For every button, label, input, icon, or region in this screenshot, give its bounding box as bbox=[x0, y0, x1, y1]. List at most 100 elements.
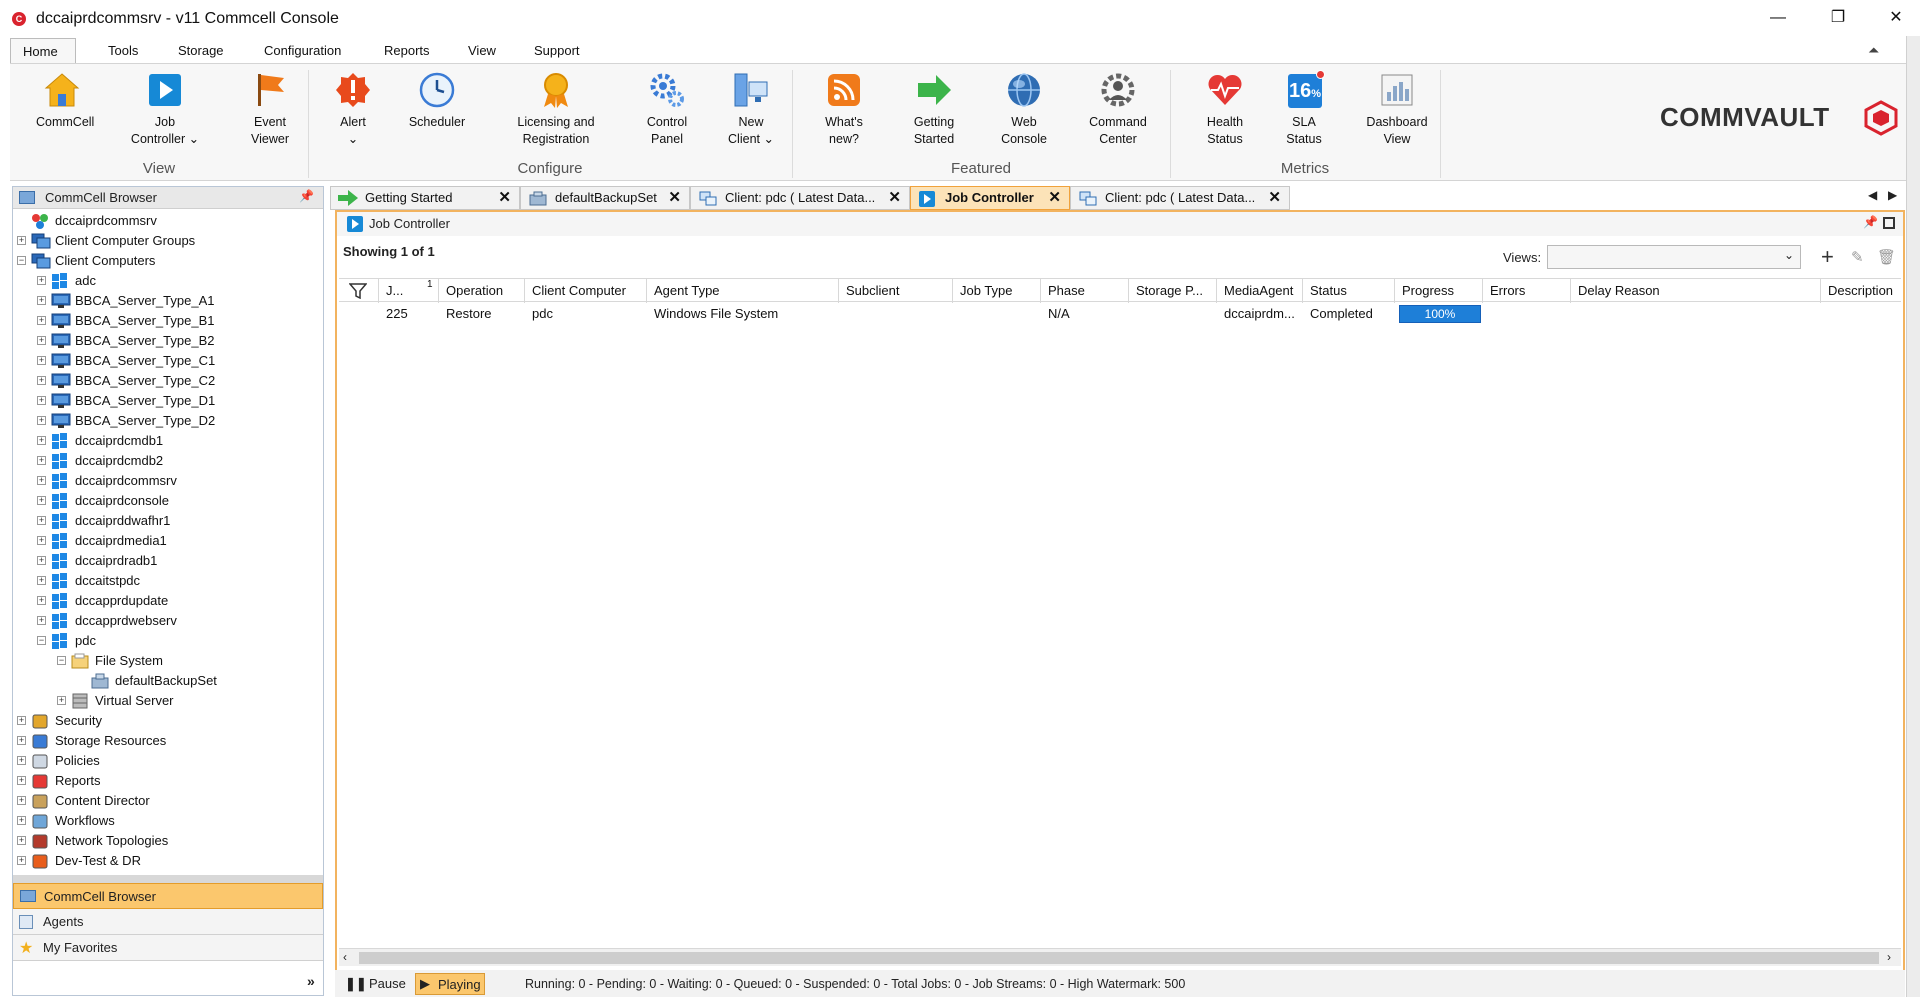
tree-item-client[interactable]: + dccapprdupdate bbox=[13, 591, 323, 611]
col-media-agent[interactable]: MediaAgent bbox=[1217, 279, 1303, 303]
col-job-id[interactable]: J... 1 bbox=[379, 279, 439, 303]
tree-item-client[interactable]: + BBCA_Server_Type_A1 bbox=[13, 291, 323, 311]
expand-icon[interactable]: + bbox=[37, 416, 46, 425]
col-phase[interactable]: Phase bbox=[1041, 279, 1129, 303]
tree-item-client[interactable]: + BBCA_Server_Type_C2 bbox=[13, 371, 323, 391]
tree-item-client[interactable]: + adc bbox=[13, 271, 323, 291]
job-controller-button[interactable]: Job Controller ⌄ bbox=[128, 70, 202, 148]
tree-item-client[interactable]: + dccaiprdconsole bbox=[13, 491, 323, 511]
expand-icon[interactable]: + bbox=[37, 536, 46, 545]
maximize-icon[interactable] bbox=[1883, 217, 1895, 229]
new-client-button[interactable]: New Client ⌄ bbox=[722, 70, 780, 148]
event-viewer-button[interactable]: Event Viewer bbox=[245, 70, 295, 148]
menu-tab-view[interactable]: View bbox=[456, 38, 508, 64]
expand-icon[interactable]: + bbox=[17, 716, 26, 725]
ribbon-collapse-icon[interactable]: ⏶ bbox=[1868, 42, 1879, 59]
tree-item-client-computer-groups[interactable]: + Client Computer Groups bbox=[13, 231, 323, 251]
expand-icon[interactable]: + bbox=[37, 316, 46, 325]
tab-scroll-left-icon[interactable]: ◀ bbox=[1868, 188, 1877, 202]
tree-item-workflows[interactable]: + Workflows bbox=[13, 811, 323, 831]
tree-item-client[interactable]: + dccapprdwebserv bbox=[13, 611, 323, 631]
tab-job-controller[interactable]: Job Controller ✕ bbox=[910, 186, 1070, 210]
bottom-tab-commcell-browser[interactable]: CommCell Browser bbox=[13, 883, 323, 909]
col-delay-reason[interactable]: Delay Reason bbox=[1571, 279, 1821, 303]
tree-item-devtest[interactable]: + Dev-Test & DR bbox=[13, 851, 323, 871]
table-row[interactable]: 225 Restore pdc Windows File System N/A … bbox=[339, 302, 1901, 326]
tab-default-backup-set[interactable]: defaultBackupSet ✕ bbox=[520, 186, 690, 210]
restore-button[interactable]: ❐ bbox=[1818, 6, 1858, 30]
commcell-button[interactable]: CommCell bbox=[36, 70, 94, 131]
add-view-icon[interactable]: + bbox=[1821, 244, 1834, 270]
expand-icon[interactable]: + bbox=[17, 816, 26, 825]
getting-started-button[interactable]: Getting Started bbox=[906, 70, 962, 148]
expand-icon[interactable]: + bbox=[37, 436, 46, 445]
tree-item-client[interactable]: + dccaiprdcmdb2 bbox=[13, 451, 323, 471]
tree-item-network[interactable]: + Network Topologies bbox=[13, 831, 323, 851]
menu-tab-configuration[interactable]: Configuration bbox=[252, 38, 353, 64]
tree-item-client[interactable]: + dccaiprdcmdb1 bbox=[13, 431, 323, 451]
expand-icon[interactable]: + bbox=[37, 396, 46, 405]
pause-button[interactable]: ❚❚ Pause bbox=[345, 974, 407, 994]
tree-item-client-computers[interactable]: − Client Computers bbox=[13, 251, 323, 271]
command-center-button[interactable]: Command Center bbox=[1080, 70, 1156, 148]
licensing-button[interactable]: Licensing and Registration bbox=[506, 70, 606, 148]
tree-item-security[interactable]: + Security bbox=[13, 711, 323, 731]
tree-item-client[interactable]: + BBCA_Server_Type_B1 bbox=[13, 311, 323, 331]
expand-icon[interactable]: + bbox=[17, 736, 26, 745]
expand-icon[interactable]: + bbox=[57, 696, 66, 705]
col-operation[interactable]: Operation bbox=[439, 279, 525, 303]
col-client-computer[interactable]: Client Computer bbox=[525, 279, 647, 303]
expand-icon[interactable]: + bbox=[17, 796, 26, 805]
expand-icon[interactable]: + bbox=[17, 856, 26, 865]
expand-icon[interactable]: + bbox=[37, 336, 46, 345]
scrollbar-thumb[interactable] bbox=[359, 952, 1879, 964]
collapse-icon[interactable]: − bbox=[17, 256, 26, 265]
col-storage-policy[interactable]: Storage P... bbox=[1129, 279, 1217, 303]
menu-tab-support[interactable]: Support bbox=[522, 38, 592, 64]
tree-item-file-system[interactable]: − File System bbox=[13, 651, 323, 671]
expand-icon[interactable]: + bbox=[37, 616, 46, 625]
expand-icon[interactable]: + bbox=[37, 556, 46, 565]
expand-icon[interactable]: + bbox=[37, 476, 46, 485]
menu-tab-tools[interactable]: Tools bbox=[96, 38, 150, 64]
expand-panel-icon[interactable]: » bbox=[307, 973, 315, 989]
col-job-type[interactable]: Job Type bbox=[953, 279, 1041, 303]
collapse-icon[interactable]: − bbox=[57, 656, 66, 665]
tree-item-client[interactable]: + BBCA_Server_Type_B2 bbox=[13, 331, 323, 351]
tree-item-virtual-server[interactable]: + Virtual Server bbox=[13, 691, 323, 711]
tree-item-client[interactable]: + BBCA_Server_Type_C1 bbox=[13, 351, 323, 371]
tree-item-client[interactable]: + dccaiprdmedia1 bbox=[13, 531, 323, 551]
col-description[interactable]: Description bbox=[1821, 279, 1901, 303]
expand-icon[interactable]: + bbox=[37, 356, 46, 365]
expand-icon[interactable]: + bbox=[17, 236, 26, 245]
whats-new-button[interactable]: What's new? bbox=[816, 70, 872, 148]
tree-item-reports[interactable]: + Reports bbox=[13, 771, 323, 791]
dashboard-view-button[interactable]: Dashboard View bbox=[1356, 70, 1438, 148]
expand-icon[interactable]: + bbox=[17, 776, 26, 785]
expand-icon[interactable]: + bbox=[37, 456, 46, 465]
tab-client-pdc-1[interactable]: Client: pdc ( Latest Data... ✕ bbox=[690, 186, 910, 210]
expand-icon[interactable]: + bbox=[17, 836, 26, 845]
bottom-tab-my-favorites[interactable]: ★ My Favorites bbox=[13, 935, 323, 961]
col-agent-type[interactable]: Agent Type bbox=[647, 279, 839, 303]
expand-icon[interactable]: + bbox=[37, 296, 46, 305]
tree-item-client[interactable]: + dccaiprdcommsrv bbox=[13, 471, 323, 491]
tree-item-client[interactable]: + BBCA_Server_Type_D2 bbox=[13, 411, 323, 431]
tree-item-client[interactable]: − pdc bbox=[13, 631, 323, 651]
tree-item-content[interactable]: + Content Director bbox=[13, 791, 323, 811]
pin-icon[interactable]: 📌 bbox=[1863, 215, 1878, 229]
tree-item-storage[interactable]: + Storage Resources bbox=[13, 731, 323, 751]
filter-column[interactable] bbox=[339, 279, 379, 303]
expand-icon[interactable]: + bbox=[17, 756, 26, 765]
tree-item-client[interactable]: + BBCA_Server_Type_D1 bbox=[13, 391, 323, 411]
tab-scroll-right-icon[interactable]: ▶ bbox=[1888, 188, 1897, 202]
tab-getting-started[interactable]: Getting Started ✕ bbox=[330, 186, 520, 210]
collapse-icon[interactable]: − bbox=[37, 636, 46, 645]
bottom-tab-agents[interactable]: Agents bbox=[13, 909, 323, 935]
delete-view-icon[interactable]: 🗑 bbox=[1877, 248, 1896, 266]
scroll-left-icon[interactable]: ‹ bbox=[343, 950, 347, 964]
right-edge-scrollbar[interactable] bbox=[1906, 36, 1920, 997]
close-tab-icon[interactable]: ✕ bbox=[1268, 187, 1281, 209]
health-status-button[interactable]: Health Status bbox=[1194, 70, 1256, 148]
close-tab-icon[interactable]: ✕ bbox=[498, 187, 511, 209]
